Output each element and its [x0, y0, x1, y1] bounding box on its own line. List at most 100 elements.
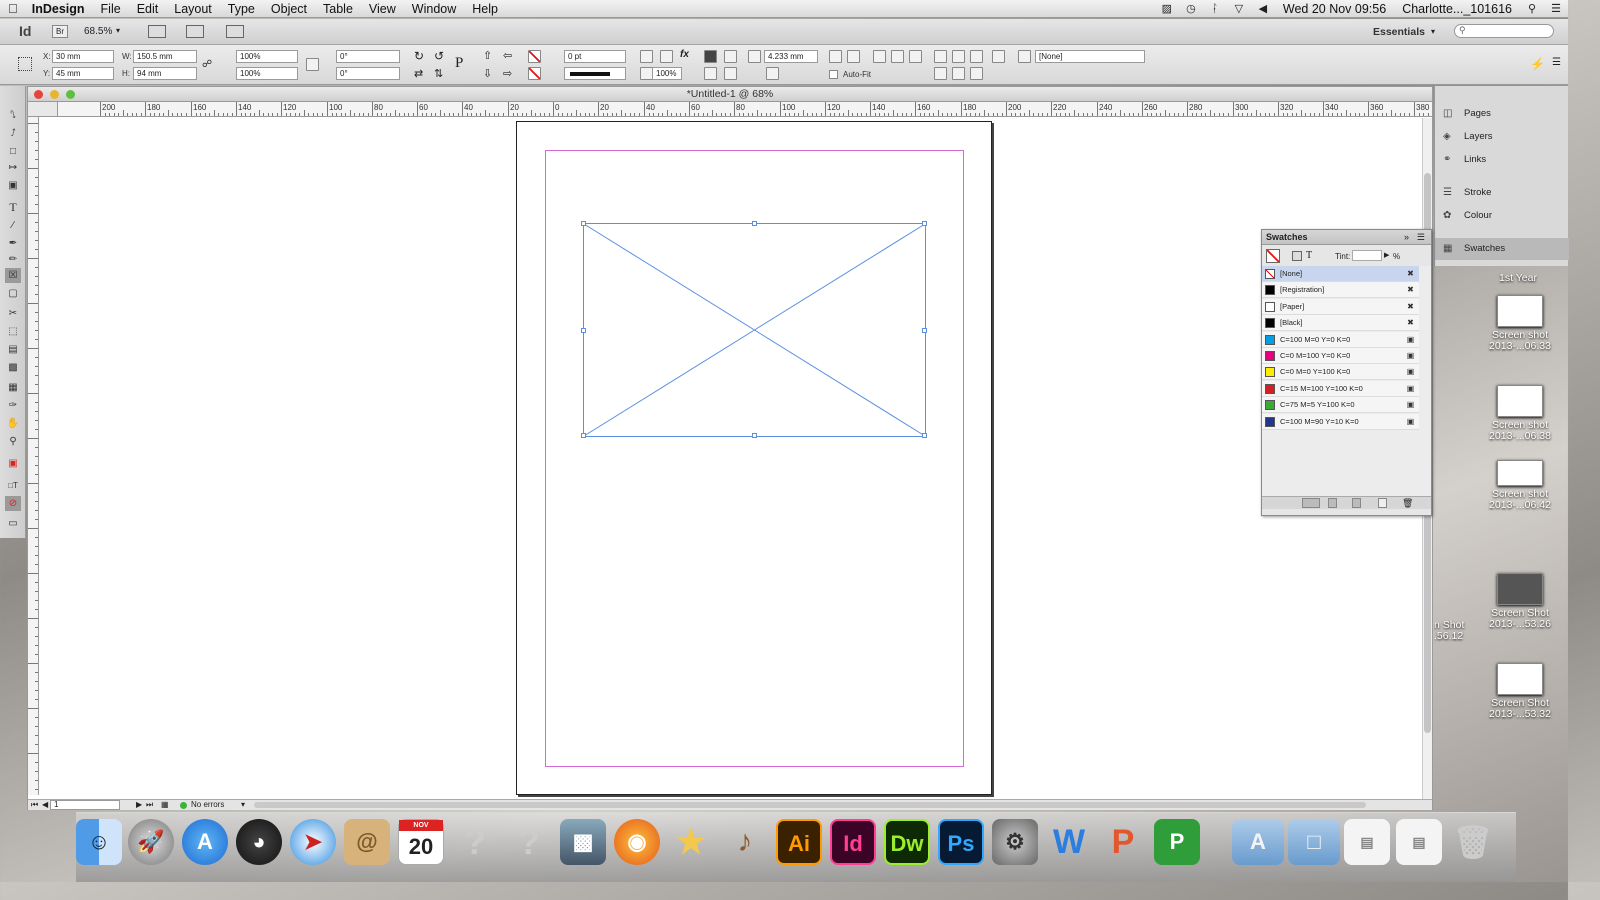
menu-type[interactable]: Type [220, 2, 263, 16]
apply-none-icon[interactable]: ⊘ [5, 496, 21, 511]
flip-icon[interactable]: ⇄ [414, 67, 423, 80]
swatch-row[interactable]: C=15 M=100 Y=100 K=0 ▣ [1262, 380, 1419, 397]
time-machine-icon[interactable]: ◷ [1184, 3, 1198, 15]
align-center-icon[interactable] [952, 50, 965, 63]
note-tool-icon[interactable]: ▦ [5, 380, 21, 395]
menu-layout[interactable]: Layout [166, 2, 220, 16]
rotation-angle-field[interactable]: 0° [336, 50, 400, 63]
menubar-clock[interactable]: Wed 20 Nov 09:56 [1275, 2, 1394, 16]
dimension-field[interactable]: 4.233 mm [764, 50, 818, 63]
desktop-screenshot[interactable]: Screen shot 2013-...06.42 [1482, 460, 1558, 511]
ruler-origin[interactable] [28, 102, 58, 117]
align-middle-icon[interactable] [952, 67, 965, 80]
chevron-down-icon[interactable]: ▾ [241, 800, 245, 810]
swatch-row[interactable]: C=0 M=100 Y=0 K=0 ▣ [1262, 348, 1419, 364]
garageband-icon[interactable]: ♪ [722, 819, 768, 865]
arrange-documents-icon[interactable] [226, 25, 244, 38]
last-page-icon[interactable]: ⏭ [146, 800, 153, 810]
horizontal-scrollbar[interactable] [254, 802, 1366, 808]
frame-handle-br[interactable] [922, 433, 927, 438]
zoom-level-select[interactable]: 68.5% [84, 26, 112, 37]
preflight-status[interactable]: No errors [191, 800, 224, 810]
swatch-row[interactable]: C=100 M=0 Y=0 K=0 ▣ [1262, 331, 1419, 348]
photoshop-icon[interactable]: Ps [938, 819, 984, 865]
width-field[interactable]: 150.5 mm [133, 50, 197, 63]
finder-icon[interactable]: ☺ [76, 819, 122, 865]
formatting-container-icon[interactable] [1292, 251, 1302, 261]
menu-view[interactable]: View [361, 2, 404, 16]
swatch-row[interactable]: C=100 M=90 Y=10 K=0 ▣ [1262, 413, 1419, 430]
question-mark-icon[interactable]: ? [452, 819, 498, 865]
indesign-icon[interactable]: Id [830, 819, 876, 865]
search-input[interactable]: ⚲ [1454, 24, 1554, 38]
screen-mode-icon[interactable] [186, 25, 204, 38]
show-colour-swatches-icon[interactable] [1328, 498, 1337, 508]
dock-item-swatches[interactable]: ▦ Swatches [1435, 238, 1569, 260]
type-tool-icon[interactable]: T [5, 200, 21, 215]
workspace-select[interactable]: Essentials [1373, 26, 1425, 38]
rotate-clockwise-icon[interactable]: ↻ [414, 49, 424, 63]
frame-handle-tl[interactable] [581, 221, 586, 226]
fitting-content-icon[interactable] [873, 50, 886, 63]
swatch-row[interactable]: C=0 M=0 Y=100 K=0 ▣ [1262, 364, 1419, 381]
fill-none-icon[interactable] [528, 50, 541, 63]
close-window-button[interactable] [34, 90, 43, 99]
fill-stroke-icon[interactable]: ▣ [5, 456, 21, 471]
shield-icon[interactable]: ▨ [1160, 3, 1174, 15]
bridge-button[interactable]: Br [52, 25, 68, 38]
stroke-weight-field[interactable]: 0 pt [564, 50, 626, 63]
y-position-field[interactable]: 45 mm [52, 67, 114, 80]
frame-handle-ml[interactable] [581, 328, 586, 333]
scissors-tool-icon[interactable]: ✂ [5, 306, 21, 321]
align-stroke-icon[interactable] [704, 50, 717, 63]
swatches-panel-header[interactable]: Swatches » ☰ [1262, 230, 1431, 245]
text-wrap-icon[interactable] [724, 50, 737, 63]
object-style-icon[interactable] [1018, 50, 1031, 63]
page-number-field[interactable]: 1 [50, 800, 120, 810]
align-top-icon[interactable] [934, 67, 947, 80]
select-container-icon[interactable]: ⇧ [483, 49, 492, 62]
height-field[interactable]: 94 mm [133, 67, 197, 80]
menubar-user[interactable]: Charlotte..._101616 [1394, 2, 1520, 16]
dock-item-stroke[interactable]: ☰ Stroke [1435, 182, 1569, 204]
formatting-text-icon[interactable]: T [1306, 250, 1312, 261]
app-store-icon[interactable]: A [182, 819, 228, 865]
project-icon[interactable]: P [1154, 819, 1200, 865]
select-content-icon[interactable]: ⇩ [483, 67, 492, 80]
hand-tool-icon[interactable]: ✋ [5, 416, 21, 431]
menu-edit[interactable]: Edit [129, 2, 167, 16]
zoom-tool-icon[interactable]: ⚲ [5, 434, 21, 449]
scale-y-field[interactable]: 100% [236, 67, 298, 80]
dock-item-links[interactable]: ⚭ Links [1435, 149, 1569, 171]
gradient-swatch-tool-icon[interactable]: ▤ [5, 342, 21, 357]
fitting-center-icon[interactable] [909, 50, 922, 63]
wifi-icon[interactable]: ▽ [1232, 3, 1246, 15]
constrain-proportions-icon[interactable]: ☍ [202, 59, 212, 70]
dock-item-colour[interactable]: ✿ Colour [1435, 205, 1569, 227]
tint-field[interactable] [1352, 250, 1382, 261]
minimize-window-button[interactable] [50, 90, 59, 99]
illustrator-icon[interactable]: Ai [776, 819, 822, 865]
align-bottom-icon[interactable] [970, 67, 983, 80]
preview-icon[interactable]: ▩ [560, 819, 606, 865]
rectangle-frame-tool-icon[interactable]: ☒ [5, 268, 21, 283]
chevron-down-icon[interactable]: ▾ [116, 26, 120, 35]
select-previous-icon[interactable]: ⇦ [503, 49, 512, 62]
zoom-window-button[interactable] [66, 90, 75, 99]
desktop-screenshot[interactable]: Screen Shot 2013-...53.26 [1482, 573, 1558, 630]
show-all-swatches-icon[interactable] [1302, 498, 1320, 508]
dreamweaver-icon[interactable]: Dw [884, 819, 930, 865]
gradient-feather-tool-icon[interactable]: ▩ [5, 360, 21, 375]
fitting-fit-icon[interactable] [847, 50, 860, 63]
desktop-screenshot[interactable]: Screen shot 2013-...06.38 [1482, 385, 1558, 442]
swatch-row[interactable]: [Paper] ✖ [1262, 298, 1419, 315]
horizontal-ruler[interactable]: 200 180 160 140 120 100 80 60 40 20 0 20 40 60 80 100 12… [58, 102, 1432, 117]
documents-folder-icon[interactable]: □ [1288, 819, 1340, 865]
desktop-screenshot[interactable]: Screen shot 2013-...06.33 [1482, 295, 1558, 352]
question-mark-icon[interactable]: ? [506, 819, 552, 865]
swatch-row[interactable]: [Registration] ✖ [1262, 282, 1419, 299]
gap-tool-icon[interactable]: ↦ [5, 160, 21, 175]
bluetooth-icon[interactable]: ᛛ [1208, 3, 1222, 15]
vertical-ruler[interactable] [28, 117, 39, 795]
line-tool-icon[interactable]: ∕ [5, 218, 21, 233]
